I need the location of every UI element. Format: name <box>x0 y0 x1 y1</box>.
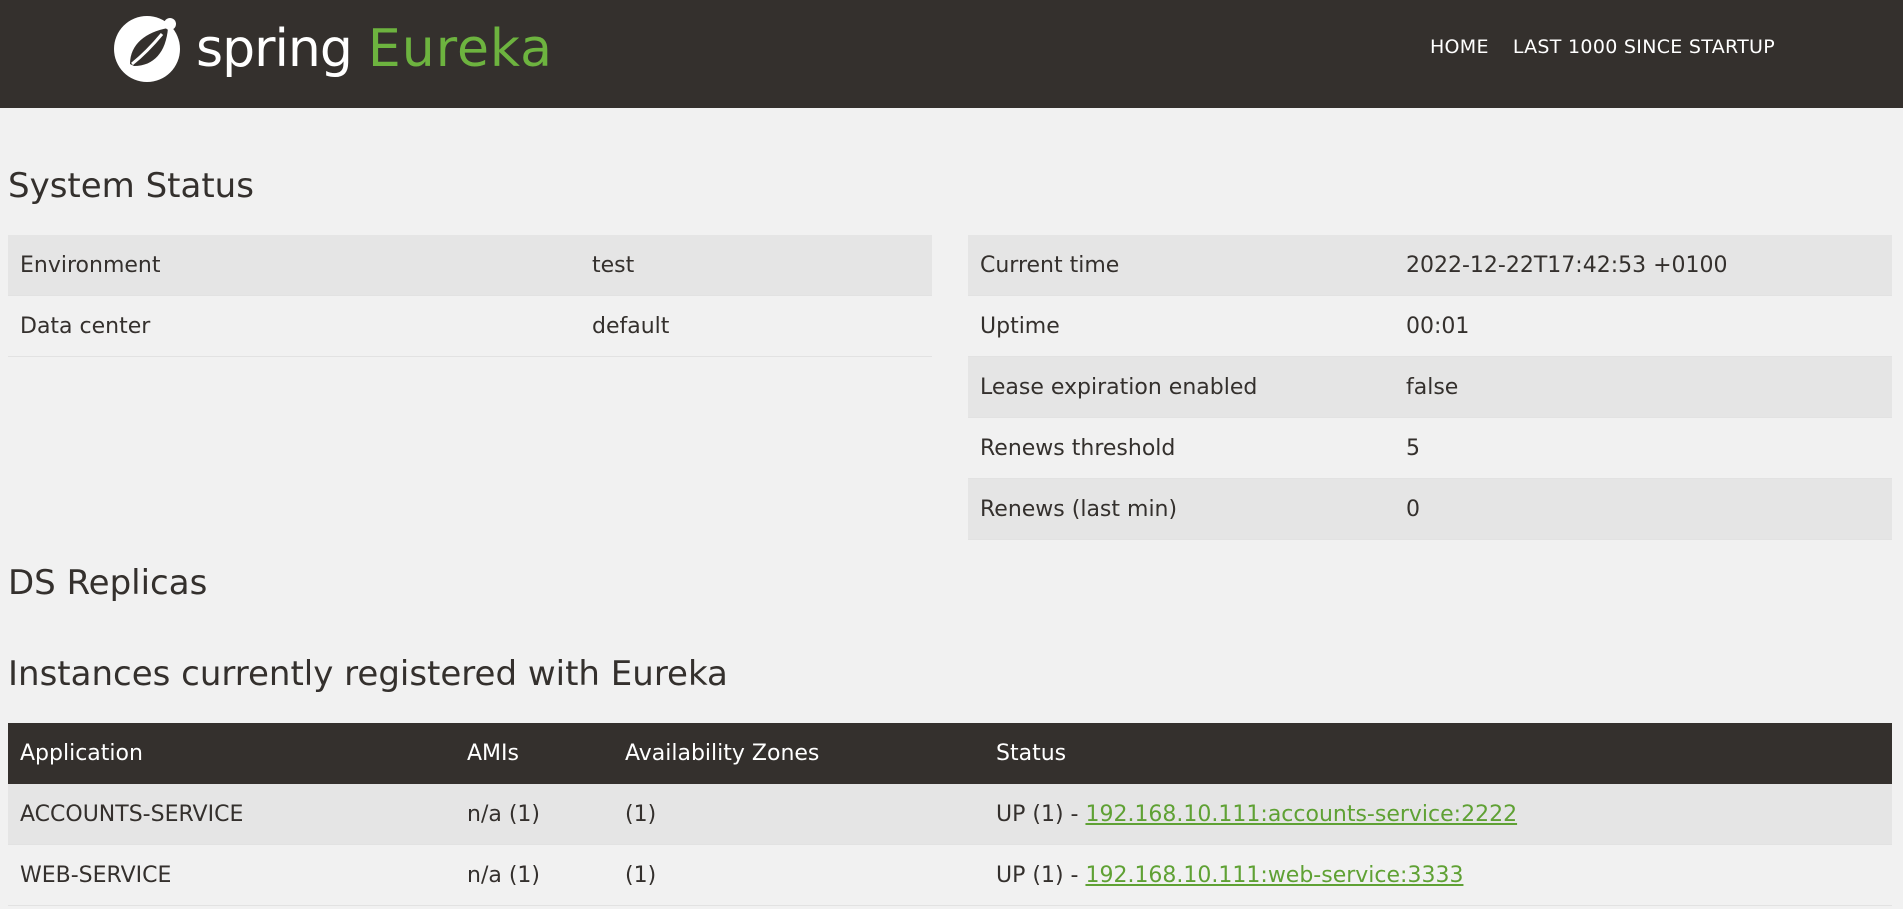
spring-leaf-icon <box>112 14 182 84</box>
column-header-amis: AMIs <box>455 723 613 784</box>
table-row: WEB-SERVICE n/a (1) (1) UP (1) - 192.168… <box>8 844 1892 906</box>
table-row: Environment test <box>8 235 932 296</box>
amis-cell: n/a (1) <box>455 844 613 906</box>
table-row: Renews (last min) 0 <box>968 478 1892 540</box>
status-key: Uptime <box>968 295 1394 357</box>
amis-name: n/a <box>467 862 502 888</box>
status-key: Lease expiration enabled <box>968 356 1394 418</box>
table-row: Data center default <box>8 295 932 357</box>
status-key: Renews (last min) <box>968 478 1394 540</box>
system-status-right-table: Current time 2022-12-22T17:42:53 +0100 U… <box>968 235 1892 540</box>
status-prefix: UP (1) - <box>996 801 1086 827</box>
amis-count: (1) <box>508 801 541 827</box>
status-value: 00:01 <box>1394 295 1892 357</box>
availability-zones-cell: (1) <box>613 784 984 845</box>
amis-count: (1) <box>508 862 541 888</box>
status-value: 2022-12-22T17:42:53 +0100 <box>1394 235 1892 296</box>
table-row: ACCOUNTS-SERVICE n/a (1) (1) UP (1) - 19… <box>8 784 1892 845</box>
system-status-heading: System Status <box>8 166 254 206</box>
status-value: 5 <box>1394 417 1892 479</box>
status-key: Renews threshold <box>968 417 1394 479</box>
table-row: Uptime 00:01 <box>968 295 1892 357</box>
availability-zones-cell: (1) <box>613 844 984 906</box>
logo-spring-text: spring <box>196 19 353 79</box>
spring-eureka-logo[interactable]: spring Eureka <box>112 14 553 84</box>
system-status-left-table: Environment test Data center default <box>8 235 932 357</box>
application-name: ACCOUNTS-SERVICE <box>8 784 455 845</box>
nav-last-1000-link[interactable]: LAST 1000 SINCE STARTUP <box>1513 36 1775 58</box>
instances-table: Application AMIs Availability Zones Stat… <box>8 723 1892 906</box>
nav-links: HOME LAST 1000 SINCE STARTUP <box>1430 36 1775 58</box>
table-row: Lease expiration enabled false <box>968 356 1892 418</box>
application-name: WEB-SERVICE <box>8 844 455 906</box>
instances-heading: Instances currently registered with Eure… <box>8 654 728 694</box>
amis-cell: n/a (1) <box>455 784 613 845</box>
status-prefix: UP (1) - <box>996 862 1086 888</box>
amis-name: n/a <box>467 801 502 827</box>
column-header-application: Application <box>8 723 455 784</box>
column-header-status: Status <box>984 723 1892 784</box>
status-cell: UP (1) - 192.168.10.111:accounts-service… <box>984 784 1892 845</box>
nav-home-link[interactable]: HOME <box>1430 36 1489 58</box>
status-cell: UP (1) - 192.168.10.111:web-service:3333 <box>984 844 1892 906</box>
navbar: spring Eureka HOME LAST 1000 SINCE START… <box>0 0 1903 108</box>
status-key: Environment <box>8 235 580 296</box>
column-header-availability-zones: Availability Zones <box>613 723 984 784</box>
status-key: Data center <box>8 295 580 357</box>
table-row: Renews threshold 5 <box>968 417 1892 479</box>
table-row: Current time 2022-12-22T17:42:53 +0100 <box>968 235 1892 296</box>
logo-eureka-text: Eureka <box>367 19 553 79</box>
status-value: test <box>580 235 932 296</box>
status-key: Current time <box>968 235 1394 296</box>
table-header-row: Application AMIs Availability Zones Stat… <box>8 723 1892 784</box>
instance-status-link[interactable]: 192.168.10.111:web-service:3333 <box>1085 863 1463 888</box>
status-value: false <box>1394 356 1892 418</box>
ds-replicas-heading: DS Replicas <box>8 563 208 603</box>
status-value: default <box>580 295 932 357</box>
instance-status-link[interactable]: 192.168.10.111:accounts-service:2222 <box>1085 802 1517 827</box>
status-value: 0 <box>1394 478 1892 540</box>
